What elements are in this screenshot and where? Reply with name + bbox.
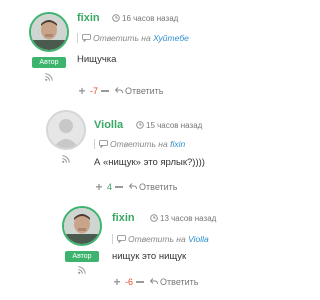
clock-icon [112,14,120,22]
reply-arrow-icon [149,278,158,285]
time-text: 16 часов назад [122,14,179,23]
minus-icon[interactable] [115,185,124,188]
clock-icon [136,121,144,129]
avatar[interactable] [62,206,102,246]
reply-prefix: Ответить на [110,139,168,149]
time-text: 15 часов назад [146,121,203,130]
reply-reference: Ответить на fixin [94,139,185,149]
comment-text: А «нищук» это ярлык?)))) [94,157,205,168]
reply-arrow-icon [114,87,123,94]
reply-target-link[interactable]: Хуйтебе [153,33,189,43]
vote-bar: + -6 Ответить [112,273,199,289]
rss-icon[interactable] [45,73,53,81]
comment-author[interactable]: fixin [77,12,100,24]
clock-icon [150,214,158,222]
vote-bar: + -7 Ответить [77,82,164,98]
avatar-block [46,110,86,163]
vote-count: -7 [90,85,99,96]
comment-author[interactable]: fixin [112,212,135,224]
comment-text: Нищучка [77,54,117,65]
avatar[interactable] [29,12,69,52]
reply-button-label: Ответить [160,277,199,288]
comment-time: 13 часов назад [150,214,216,223]
reply-target-link[interactable]: Violla [188,234,209,244]
comment-3: Автор fixin 13 часов назад Ответить на V… [0,200,254,300]
rss-icon[interactable] [78,266,86,274]
time-text: 13 часов назад [160,214,217,223]
plus-icon[interactable]: + [77,84,87,98]
vote-count: -6 [125,276,134,287]
comment-text: нищук это нищук [112,251,187,262]
minus-icon[interactable] [101,89,110,92]
avatar-block: Автор [62,206,102,274]
vote-count: 4 [107,181,113,192]
reply-button[interactable]: Ответить [149,276,199,288]
reply-button-label: Ответить [139,182,178,193]
reply-reference: Ответить на Violla [112,234,209,244]
comment-1: Автор fixin 16 часов назад Ответить на Х… [0,0,254,100]
avatar-block: Автор [29,12,69,81]
reply-button[interactable]: Ответить [114,85,164,97]
reply-button-label: Ответить [125,86,164,97]
author-badge: Автор [65,251,99,262]
rss-icon[interactable] [62,155,70,163]
comment-time: 15 часов назад [136,121,202,130]
plus-icon[interactable]: + [112,275,122,289]
reply-icon [82,34,91,43]
reply-icon [117,235,126,244]
minus-icon[interactable] [136,280,145,283]
reply-target-link[interactable]: fixin [170,139,185,149]
avatar[interactable] [46,110,86,150]
reply-button[interactable]: Ответить [128,181,178,193]
vote-bar: +4 Ответить [94,178,178,194]
reply-arrow-icon [128,183,137,190]
reply-prefix: Ответить на [128,234,186,244]
author-badge: Автор [32,57,66,68]
plus-icon[interactable]: + [94,180,104,194]
reply-icon [99,140,108,149]
comment-author[interactable]: Violla [94,119,123,131]
comment-2: Violla 15 часов назад Ответить на fixin … [0,100,254,200]
comment-time: 16 часов назад [112,14,178,23]
reply-prefix: Ответить на [93,33,151,43]
reply-reference: Ответить на Хуйтебе [77,33,189,43]
